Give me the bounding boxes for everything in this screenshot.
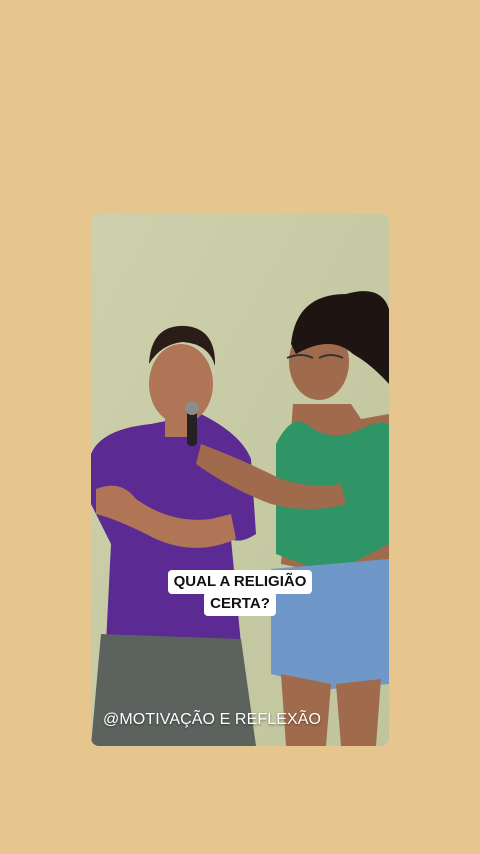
man-pants xyxy=(91,634,256,746)
video-frame[interactable]: QUAL A RELIGIÃO CERTA? @MOTIVAÇÃO E REFL… xyxy=(91,214,389,746)
watermark-handle: @MOTIVAÇÃO E REFLEXÃO xyxy=(103,711,322,728)
caption-line-2: CERTA? xyxy=(204,592,276,616)
caption-line-1: QUAL A RELIGIÃO xyxy=(167,570,313,594)
video-scene xyxy=(91,214,389,746)
man-head xyxy=(149,344,213,424)
video-caption: QUAL A RELIGIÃO CERTA? xyxy=(91,570,389,616)
